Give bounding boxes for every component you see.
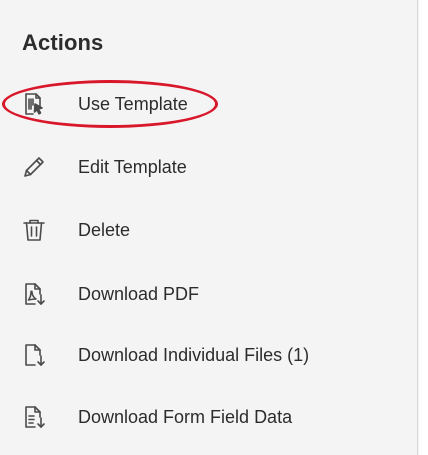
download-pdf-label: Download PDF: [78, 283, 200, 304]
delete-label: Delete: [78, 219, 131, 240]
use-template-icon: [20, 90, 48, 118]
download-pdf-action[interactable]: Download PDF: [0, 268, 400, 320]
file-download-icon: [20, 341, 48, 369]
pencil-icon: [20, 153, 48, 181]
use-template-action[interactable]: Use Template: [0, 78, 400, 130]
delete-action[interactable]: Delete: [0, 204, 400, 256]
edit-template-label: Edit Template: [78, 156, 187, 177]
download-form-field-data-action[interactable]: Download Form Field Data: [0, 391, 400, 443]
form-data-download-icon: [20, 403, 48, 431]
pdf-download-icon: [20, 280, 48, 308]
actions-panel: Actions Use Template Edit Template Delet…: [0, 0, 418, 455]
panel-heading: Actions: [22, 30, 104, 55]
edit-template-action[interactable]: Edit Template: [0, 141, 400, 193]
download-individual-files-label: Download Individual Files (1): [78, 344, 310, 365]
use-template-label: Use Template: [78, 93, 188, 114]
trash-icon: [20, 216, 48, 244]
download-individual-files-action[interactable]: Download Individual Files (1): [0, 329, 400, 381]
download-form-field-data-label: Download Form Field Data: [78, 406, 293, 427]
right-gutter: [419, 0, 428, 455]
